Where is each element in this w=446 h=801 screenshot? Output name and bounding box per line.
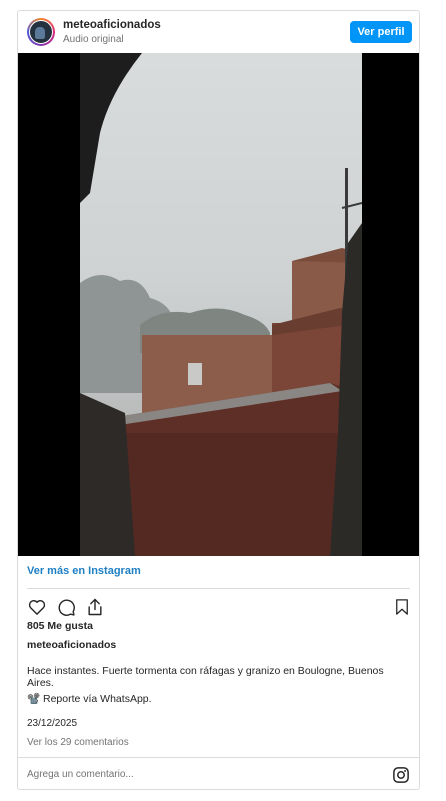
video-media[interactable] [18,53,419,556]
likes-count[interactable]: 805 Me gusta [27,620,93,632]
instagram-embed-card: meteoaficionados Audio original Ver perf… [17,10,420,790]
storm-scene-image [80,53,362,556]
instagram-icon[interactable] [392,766,410,784]
bookmark-icon[interactable] [393,597,411,617]
post-caption: Hace instantes. Fuerte tormenta con ráfa… [27,665,384,689]
avatar[interactable] [27,18,55,46]
view-more-link[interactable]: Ver más en Instagram [27,565,141,577]
post-header: meteoaficionados Audio original Ver perf… [18,11,419,53]
audio-label[interactable]: Audio original [63,34,124,45]
divider [18,757,419,758]
avatar-image [29,20,53,44]
action-bar [27,597,105,617]
post-owner[interactable]: meteoaficionados [27,639,116,651]
video-frame [80,53,362,556]
view-comments-link[interactable]: Ver los 29 comentarios [27,737,129,748]
comment-icon[interactable] [56,597,76,617]
post-date: 23/12/2025 [27,718,78,729]
username[interactable]: meteoaficionados [63,19,161,31]
view-profile-button[interactable]: Ver perfil [350,21,412,43]
heart-icon[interactable] [27,597,47,617]
share-icon[interactable] [85,597,105,617]
divider [27,588,410,589]
post-caption-line-2: 📽️ Reporte vía WhatsApp. [27,693,152,705]
add-comment-input[interactable]: Agrega un comentario... [27,769,134,780]
